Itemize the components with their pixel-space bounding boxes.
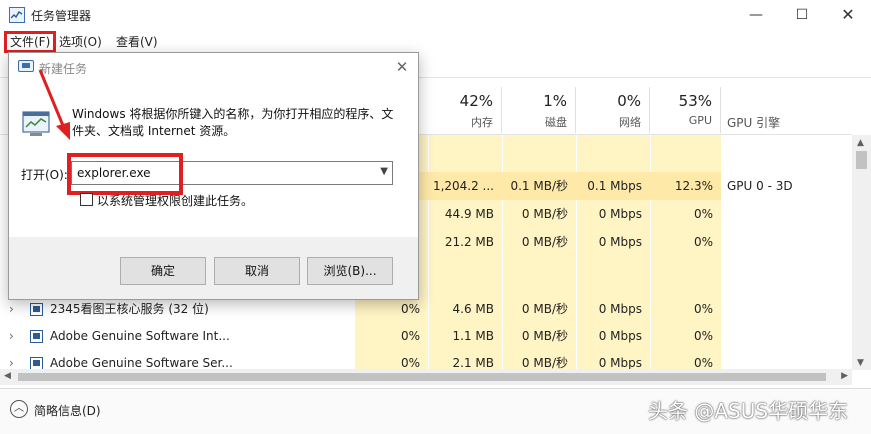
watermark: 头条 @ASUS华硕华东 (648, 399, 849, 423)
process-icon (30, 303, 43, 316)
browse-button[interactable]: 浏览(B)... (307, 257, 393, 285)
network-cell: 0 Mbps (598, 329, 642, 343)
dialog-button-bar: 确定 取消 浏览(B)... (9, 237, 418, 299)
admin-privileges-checkbox[interactable] (80, 193, 93, 206)
run-icon (18, 60, 34, 72)
gpu-cell: 0% (693, 235, 713, 249)
disk-cell: 0 MB/秒 (521, 356, 568, 369)
scroll-right-icon[interactable]: ▶ (841, 371, 848, 381)
admin-privileges-label[interactable]: 以系统管理权限创建此任务。 (97, 192, 253, 209)
network-percent: 0% (617, 92, 641, 110)
gpu-engine-label: GPU 引擎 (727, 116, 781, 130)
memory-label: 内存 (471, 116, 493, 129)
gpu-cell: 12.3% (650, 172, 721, 200)
scroll-up-icon[interactable]: ▲ (857, 138, 864, 148)
minimize-button[interactable]: — (733, 0, 779, 30)
menu-file[interactable]: 文件(F) (4, 31, 57, 53)
menu-options[interactable]: 选项(O) (59, 33, 102, 50)
scroll-down-icon[interactable]: ▼ (857, 358, 864, 368)
gpu-cell: 0% (693, 302, 713, 316)
dialog-close-button[interactable]: ✕ (390, 55, 414, 79)
network-cell: 0.1 Mbps (576, 172, 650, 200)
column-header-gpu[interactable]: 53% GPU (650, 87, 721, 133)
network-cell: 0 Mbps (598, 356, 642, 369)
process-name: Adobe Genuine Software Int... (50, 329, 230, 343)
cancel-button[interactable]: 取消 (214, 257, 300, 285)
gpu-cell: 0% (693, 356, 713, 369)
table-row[interactable]: › Adobe Genuine Software Ser... 0% 2.1 M… (0, 349, 852, 369)
close-button[interactable]: ✕ (825, 0, 871, 30)
window-title: 任务管理器 (31, 9, 92, 23)
network-cell: 0 Mbps (598, 235, 642, 249)
network-cell: 0 Mbps (598, 207, 642, 221)
chevron-up-circle-icon[interactable]: ︿ (10, 400, 28, 418)
column-header-gpu-engine[interactable]: GPU 引擎 (721, 87, 852, 133)
maximize-button[interactable]: ☐ (779, 0, 825, 30)
disk-label: 磁盘 (545, 116, 567, 129)
horizontal-scroll-thumb[interactable] (18, 373, 826, 381)
ok-button[interactable]: 确定 (120, 257, 206, 285)
vertical-scroll-thumb[interactable] (856, 151, 867, 169)
network-cell: 0 Mbps (598, 302, 642, 316)
task-manager-icon (9, 7, 25, 23)
cpu-cell: 0% (400, 329, 420, 343)
gpu-engine-cell: GPU 0 - 3D (727, 179, 793, 193)
expand-chevron-icon[interactable]: › (9, 322, 14, 350)
expand-chevron-icon[interactable]: › (9, 349, 14, 369)
chevron-down-icon[interactable]: ▼ (380, 166, 388, 177)
menu-bar: 文件(F) 选项(O) 查看(V) (0, 30, 871, 53)
dialog-description: Windows 将根据你所键入的名称，为你打开相应的程序、文件夹、文档或 Int… (72, 107, 394, 138)
process-icon (30, 330, 43, 343)
disk-cell: 0.1 MB/秒 (502, 172, 576, 200)
process-icon (30, 357, 43, 369)
disk-cell: 0 MB/秒 (521, 302, 568, 316)
column-header-disk[interactable]: 1% 磁盘 (502, 87, 576, 133)
memory-cell: 2.1 MB (452, 356, 494, 369)
network-label: 网络 (619, 116, 641, 129)
scroll-left-icon[interactable]: ◀ (4, 371, 11, 381)
gpu-cell: 0% (693, 329, 713, 343)
memory-percent: 42% (459, 92, 493, 110)
column-header-memory[interactable]: 42% 内存 (428, 87, 502, 133)
disk-cell: 0 MB/秒 (521, 329, 568, 343)
column-header-network[interactable]: 0% 网络 (576, 87, 650, 133)
fewer-details-link[interactable]: 简略信息(D) (34, 402, 101, 419)
disk-cell: 0 MB/秒 (521, 207, 568, 221)
memory-cell: 21.2 MB (444, 235, 494, 249)
memory-cell: 1.1 MB (452, 329, 494, 343)
disk-percent: 1% (543, 92, 567, 110)
cpu-cell: 0% (400, 356, 420, 369)
open-label: 打开(O): (21, 168, 68, 182)
vertical-scrollbar[interactable]: ▲ ▼ (852, 135, 871, 370)
memory-cell: 4.6 MB (452, 302, 494, 316)
table-row[interactable]: › Adobe Genuine Software Int... 0% 1.1 M… (0, 322, 852, 350)
memory-cell: 1,204.2 ... (428, 172, 502, 200)
gpu-cell: 0% (693, 207, 713, 221)
gpu-percent: 53% (678, 92, 712, 110)
annotation-arrow-icon (38, 69, 70, 140)
process-name: Adobe Genuine Software Ser... (50, 356, 233, 369)
title-bar: 任务管理器 — ☐ ✕ (0, 0, 871, 30)
disk-cell: 0 MB/秒 (521, 235, 568, 249)
menu-view[interactable]: 查看(V) (116, 33, 158, 50)
horizontal-scrollbar[interactable]: ◀ ▶ (0, 369, 852, 385)
memory-cell: 44.9 MB (444, 207, 494, 221)
annotation-highlight-box (67, 153, 183, 195)
footer: ︿ 简略信息(D) 头条 @ASUS华硕华东 (0, 389, 871, 434)
gpu-label: GPU (688, 114, 712, 127)
